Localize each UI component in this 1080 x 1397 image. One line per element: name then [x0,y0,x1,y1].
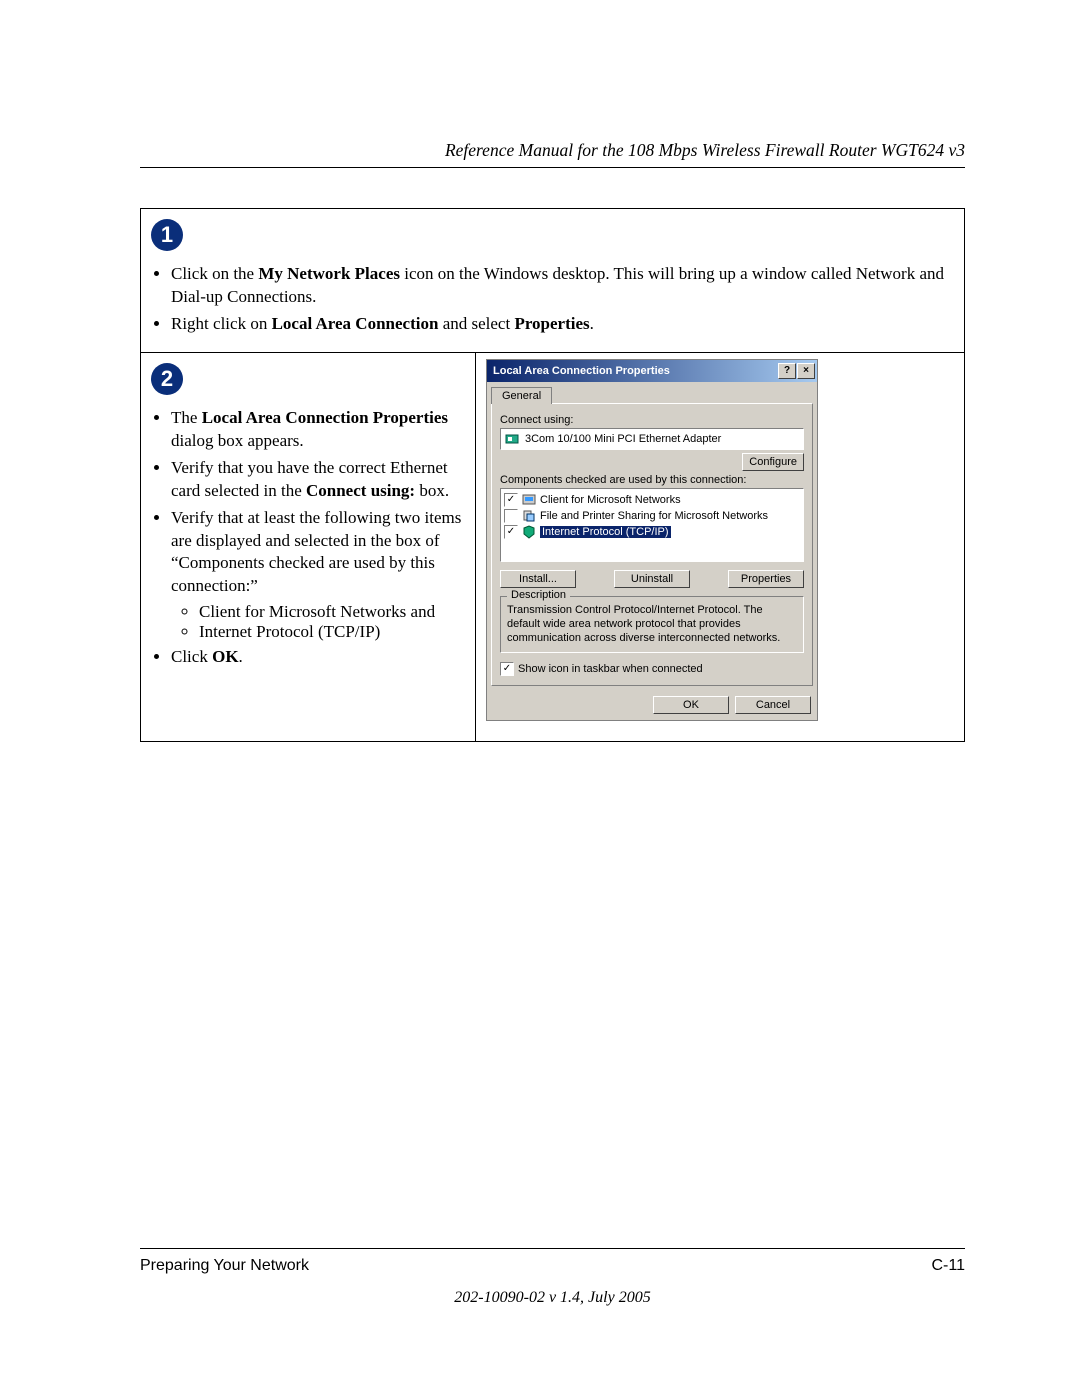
step-2-dialog-col: Local Area Connection Properties ? × Gen… [476,353,964,741]
cancel-button[interactable]: Cancel [735,696,811,714]
step2-sublist: Client for Microsoft Networks and Intern… [185,602,467,642]
step2-bullet3: Verify that at least the following two i… [171,507,467,599]
checkbox-icon[interactable] [504,509,518,523]
help-button[interactable]: ? [778,363,796,379]
step-2-section: 2 The Local Area Connection Properties d… [141,353,964,741]
uninstall-button[interactable]: Uninstall [614,570,690,588]
dialog-footer-buttons: OK Cancel [487,690,817,720]
protocol-icon [522,525,536,539]
step2-sub1: Client for Microsoft Networks and [199,602,467,622]
footer-section-name: Preparing Your Network [140,1257,309,1275]
component-1-label: Client for Microsoft Networks [540,494,681,506]
step2-sub2: Internet Protocol (TCP/IP) [199,622,467,642]
manual-title: Reference Manual for the 108 Mbps Wirele… [140,140,965,161]
step1-bullet1: Click on the My Network Places icon on t… [171,263,954,309]
description-group: Description Transmission Control Protoco… [500,596,804,653]
dialog-titlebar: Local Area Connection Properties ? × [487,360,817,382]
install-button[interactable]: Install... [500,570,576,588]
footer-rule [140,1248,965,1249]
checkbox-icon[interactable]: ✓ [504,525,518,539]
close-button[interactable]: × [797,363,815,379]
share-icon [522,509,536,523]
components-label: Components checked are used by this conn… [500,474,804,486]
doc-version: 202-10090-02 v 1.4, July 2005 [140,1289,965,1307]
component-buttons: Install... Uninstall Properties [500,570,804,588]
step-1-section: 1 Click on the My Network Places icon on… [141,209,964,353]
dialog-title: Local Area Connection Properties [493,365,778,377]
step2-bullet1: The Local Area Connection Properties dia… [171,407,467,453]
client-icon [522,493,536,507]
footer-page-number: C-11 [932,1257,966,1275]
ok-button[interactable]: OK [653,696,729,714]
adapter-name: 3Com 10/100 Mini PCI Ethernet Adapter [525,433,721,445]
description-text: Transmission Control Protocol/Internet P… [507,603,797,646]
content-box: 1 Click on the My Network Places icon on… [140,208,965,742]
step-1-badge: 1 [151,219,183,251]
nic-icon [505,432,519,446]
list-item[interactable]: ✓ Client for Microsoft Networks [504,492,800,508]
step-2-bullets: The Local Area Connection Properties dia… [157,407,467,669]
step2-bullet4: Click OK. [171,646,467,669]
configure-button[interactable]: Configure [742,453,804,471]
show-icon-label: Show icon in taskbar when connected [518,663,703,675]
tab-general[interactable]: General [491,387,552,404]
description-label: Description [507,589,570,601]
page-footer: Preparing Your Network C-11 202-10090-02… [140,1248,965,1307]
header-rule [140,167,965,168]
tab-strip: General [487,382,817,403]
step1-bullet2: Right click on Local Area Connection and… [171,313,954,336]
list-item[interactable]: File and Printer Sharing for Microsoft N… [504,508,800,524]
properties-dialog: Local Area Connection Properties ? × Gen… [486,359,818,721]
page: Reference Manual for the 108 Mbps Wirele… [0,0,1080,1397]
step2-bullet2: Verify that you have the correct Etherne… [171,457,467,503]
properties-button[interactable]: Properties [728,570,804,588]
component-3-label-selected: Internet Protocol (TCP/IP) [540,526,671,538]
step-2-badge: 2 [151,363,183,395]
show-icon-row[interactable]: ✓ Show icon in taskbar when connected [500,661,804,677]
tab-page: Connect using: 3Com 10/100 Mini PCI Ethe… [491,403,813,686]
step-2-text-col: 2 The Local Area Connection Properties d… [141,353,476,741]
checkbox-icon[interactable]: ✓ [504,493,518,507]
component-2-label: File and Printer Sharing for Microsoft N… [540,510,768,522]
list-item[interactable]: ✓ Internet Protocol (TCP/IP) [504,524,800,540]
adapter-field: 3Com 10/100 Mini PCI Ethernet Adapter [500,428,804,450]
checkbox-icon[interactable]: ✓ [500,662,514,676]
connect-using-label: Connect using: [500,414,804,426]
step-1-bullets: Click on the My Network Places icon on t… [157,263,954,336]
components-listbox[interactable]: ✓ Client for Microsoft Networks File and… [500,488,804,562]
